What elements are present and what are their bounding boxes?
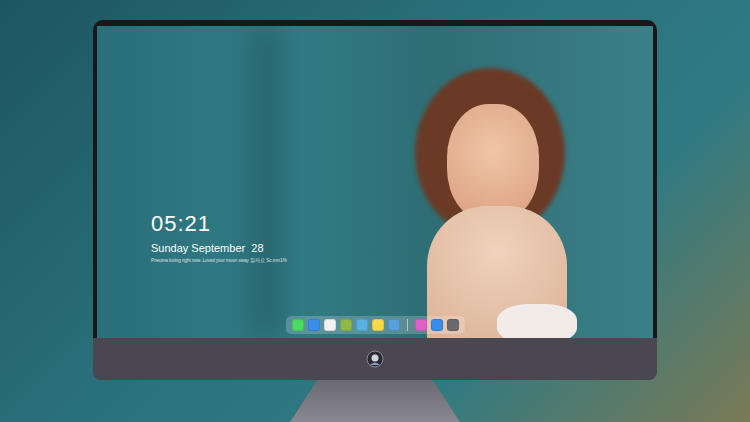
dock-app-icon[interactable] (292, 319, 304, 331)
dock-app-icon[interactable] (388, 319, 400, 331)
backdrop: 05:21 Sunday September 28 Pneuma loving … (0, 0, 750, 422)
clock-date: Sunday September 28 (151, 241, 287, 255)
dock-app-icon[interactable] (308, 319, 320, 331)
clock-quote: Pneuma loving right now. Loved your moon… (151, 258, 287, 264)
wallpaper-shadow (247, 26, 287, 338)
monitor-stand (290, 380, 460, 422)
dock-app-icon[interactable] (356, 319, 368, 331)
dock-app-icon[interactable] (447, 319, 459, 331)
dock-app-icon[interactable] (324, 319, 336, 331)
desktop-screen: 05:21 Sunday September 28 Pneuma loving … (97, 26, 653, 338)
dock-app-icon[interactable] (340, 319, 352, 331)
wallpaper-face (447, 104, 539, 222)
monitor-bezel: 05:21 Sunday September 28 Pneuma loving … (93, 20, 657, 338)
dock-separator (407, 319, 408, 331)
clock-time: 05:21 (151, 212, 287, 236)
dock-app-icon[interactable] (372, 319, 384, 331)
monitor-chin (93, 338, 657, 380)
clock-widget: 05:21 Sunday September 28 Pneuma loving … (151, 212, 287, 264)
dock-app-icon[interactable] (431, 319, 443, 331)
wallpaper-dress (497, 304, 577, 338)
dock (286, 316, 465, 334)
brand-logo-icon (366, 350, 384, 368)
dock-app-icon[interactable] (415, 319, 427, 331)
